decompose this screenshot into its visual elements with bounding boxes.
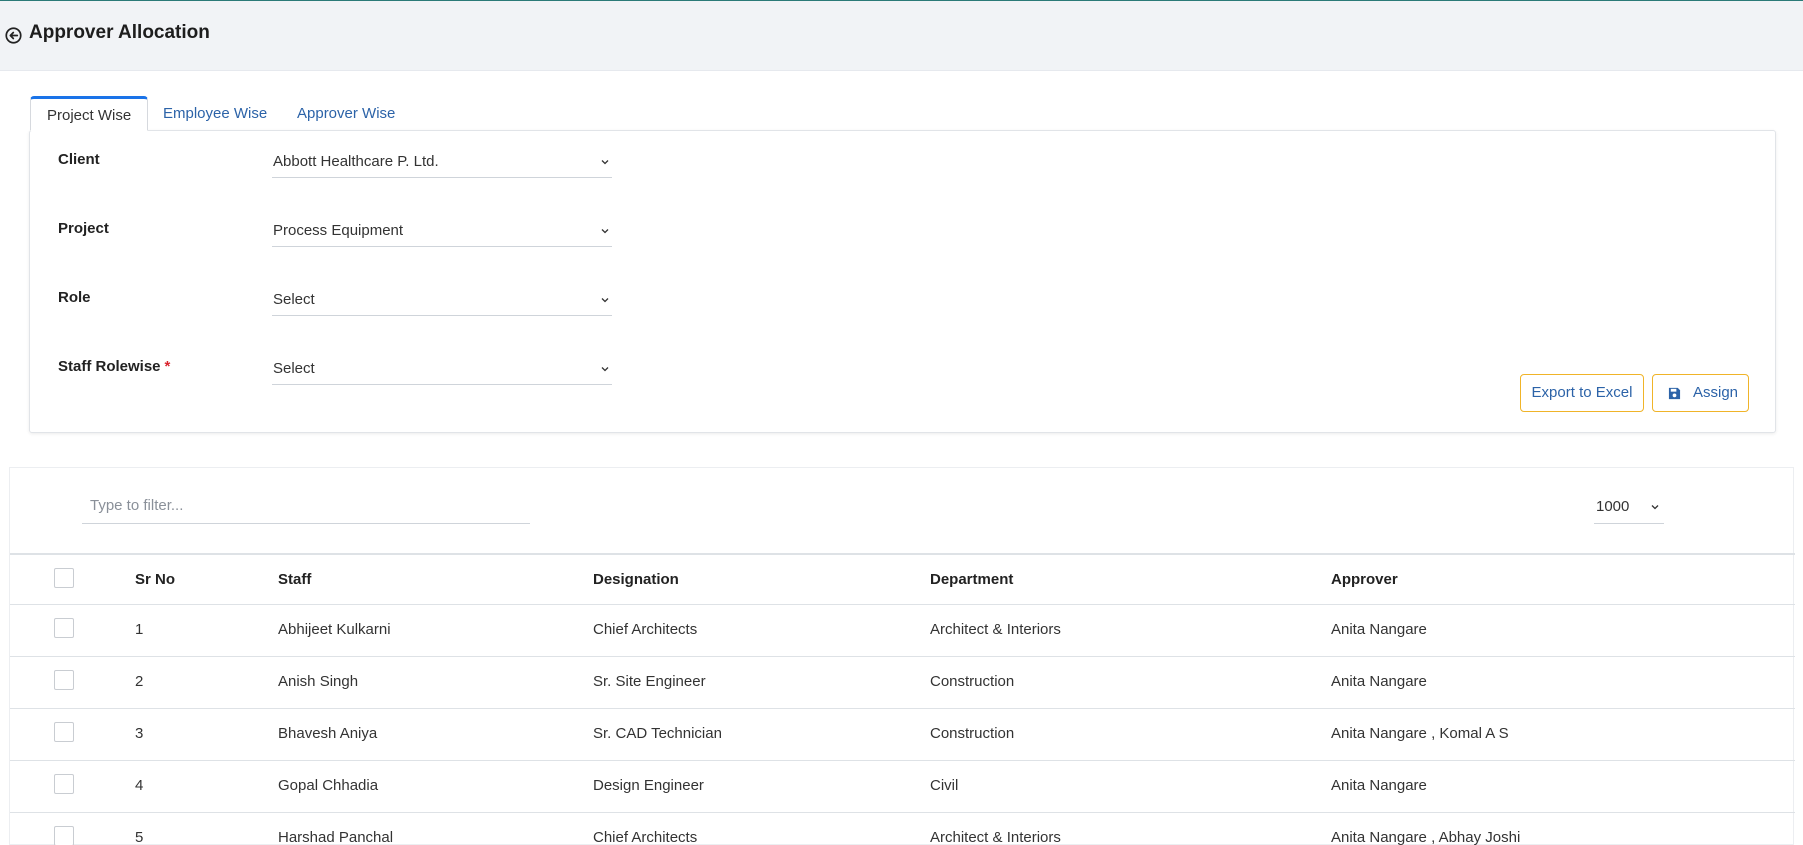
client-label: Client xyxy=(58,151,100,168)
cell-designation: Chief Architects xyxy=(593,621,698,638)
table-row[interactable]: 3 Bhavesh Aniya Sr. CAD Technician Const… xyxy=(10,709,1795,761)
cell-approver: Anita Nangare xyxy=(1331,777,1427,794)
cell-department: Construction xyxy=(930,673,1015,690)
project-label: Project xyxy=(58,220,109,237)
staff-rolewise-label: Staff Rolewise * xyxy=(58,358,170,375)
staff-rolewise-select[interactable]: Select xyxy=(272,351,612,385)
arrow-circle-left-icon[interactable] xyxy=(5,27,22,44)
chevron-down-icon xyxy=(601,367,609,372)
export-to-excel-button[interactable]: Export to Excel xyxy=(1520,374,1644,412)
cell-designation: Sr. CAD Technician xyxy=(593,725,722,742)
cell-department: Civil xyxy=(930,777,959,794)
page-header: Approver Allocation xyxy=(0,1,1803,71)
chevron-down-icon xyxy=(601,298,609,303)
role-select-value: Select xyxy=(273,291,315,308)
chevron-down-icon xyxy=(1651,505,1659,510)
cell-staff: Bhavesh Aniya xyxy=(278,725,378,742)
row-checkbox[interactable] xyxy=(54,618,74,638)
page-size-select[interactable]: 1000 xyxy=(1594,488,1664,524)
filter-input[interactable] xyxy=(82,488,530,524)
chevron-down-icon xyxy=(601,229,609,234)
chevron-down-icon xyxy=(601,160,609,165)
role-select[interactable]: Select xyxy=(272,282,612,316)
assign-button[interactable]: Assign xyxy=(1652,374,1749,412)
client-select[interactable]: Abbott Healthcare P. Ltd. xyxy=(272,144,612,178)
staff-rolewise-select-value: Select xyxy=(273,360,315,377)
cell-staff: Harshad Panchal xyxy=(278,829,394,845)
cell-department: Construction xyxy=(930,725,1015,742)
table-row[interactable]: 4 Gopal Chhadia Design Engineer Civil An… xyxy=(10,761,1795,813)
row-checkbox[interactable] xyxy=(54,826,74,845)
select-all-checkbox[interactable] xyxy=(54,568,74,588)
staff-rolewise-label-text: Staff Rolewise xyxy=(58,358,161,375)
column-header-staff[interactable]: Staff xyxy=(278,571,311,588)
table-header: Sr No Staff Designation Department Appro… xyxy=(10,553,1795,605)
row-checkbox[interactable] xyxy=(54,722,74,742)
tab-employee-wise[interactable]: Employee Wise xyxy=(147,96,283,131)
project-select-value: Process Equipment xyxy=(273,222,404,239)
column-header-designation[interactable]: Designation xyxy=(593,571,679,588)
table-row[interactable]: 1 Abhijeet Kulkarni Chief Architects Arc… xyxy=(10,605,1795,657)
page-size-value: 1000 xyxy=(1596,498,1630,515)
column-header-department[interactable]: Department xyxy=(930,571,1013,588)
table-row[interactable]: 5 Harshad Panchal Chief Architects Archi… xyxy=(10,813,1795,845)
cell-staff: Abhijeet Kulkarni xyxy=(278,621,391,638)
cell-department: Architect & Interiors xyxy=(930,621,1061,638)
cell-staff: Gopal Chhadia xyxy=(278,777,379,794)
cell-approver: Anita Nangare xyxy=(1331,621,1427,638)
staff-table-panel: 1000 Sr No Staff Designation Department … xyxy=(9,467,1795,845)
cell-approver: Anita Nangare , Komal A S xyxy=(1331,725,1509,742)
cell-approver: Anita Nangare , Abhay Joshi xyxy=(1331,829,1521,845)
cell-sr-no: 1 xyxy=(135,621,144,638)
save-icon xyxy=(1668,387,1681,400)
project-select[interactable]: Process Equipment xyxy=(272,213,612,247)
assign-button-label: Assign xyxy=(1693,384,1739,401)
row-checkbox[interactable] xyxy=(54,670,74,690)
cell-designation: Sr. Site Engineer xyxy=(593,673,706,690)
column-header-approver[interactable]: Approver xyxy=(1331,571,1398,588)
allocation-form: Client Abbott Healthcare P. Ltd. Project… xyxy=(29,130,1776,433)
table-row[interactable]: 2 Anish Singh Sr. Site Engineer Construc… xyxy=(10,657,1795,709)
cell-department: Architect & Interiors xyxy=(930,829,1061,845)
row-checkbox[interactable] xyxy=(54,774,74,794)
cell-sr-no: 4 xyxy=(135,777,144,794)
cell-sr-no: 2 xyxy=(135,673,144,690)
cell-approver: Anita Nangare xyxy=(1331,673,1427,690)
tab-project-wise[interactable]: Project Wise xyxy=(30,96,149,131)
cell-designation: Design Engineer xyxy=(593,777,704,794)
cell-sr-no: 3 xyxy=(135,725,144,742)
page-title: Approver Allocation xyxy=(29,22,210,43)
column-header-sr-no[interactable]: Sr No xyxy=(135,571,175,588)
required-marker: * xyxy=(164,358,171,375)
role-label: Role xyxy=(58,289,91,306)
tab-approver-wise[interactable]: Approver Wise xyxy=(281,96,411,131)
client-select-value: Abbott Healthcare P. Ltd. xyxy=(273,153,439,170)
cell-sr-no: 5 xyxy=(135,829,144,845)
cell-staff: Anish Singh xyxy=(278,673,359,690)
cell-designation: Chief Architects xyxy=(593,829,698,845)
